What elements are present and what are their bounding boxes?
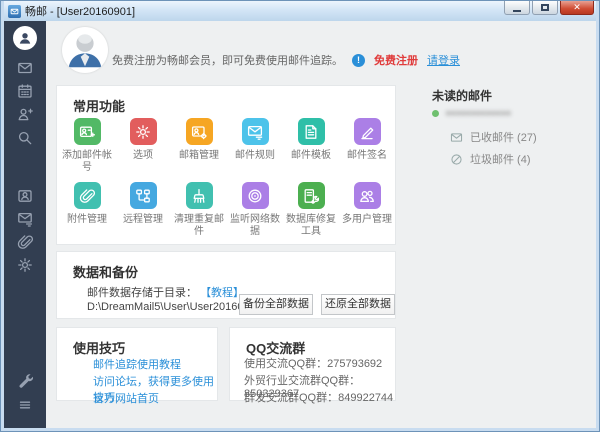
db-repair-icon — [298, 182, 325, 209]
mailbox-manage-icon — [186, 118, 213, 145]
unread-account-row[interactable]: ●●●●●●●●●●●●● — [432, 108, 511, 119]
tips-link-tutorial[interactable]: 邮件追踪使用教程 — [93, 356, 181, 372]
feature-monitor-network[interactable]: 监听网络数据 — [227, 182, 283, 238]
data-backup-card: 数据和备份 邮件数据存储于目录： 【教程】 D:\DreamMail5\User… — [56, 251, 396, 319]
feature-mail-signature[interactable]: 邮件签名 — [339, 118, 395, 162]
minimize-icon — [513, 10, 521, 12]
unread-junk-row[interactable]: 垃圾邮件 (4) — [450, 151, 531, 167]
feature-multi-user[interactable]: 多用户管理 — [339, 182, 395, 226]
maximize-icon — [541, 4, 549, 11]
window-controls: ✕ — [502, 1, 594, 15]
remote-manage-icon — [130, 182, 157, 209]
tips-link-website[interactable]: 官方网站首页 — [93, 390, 159, 406]
maximize-button[interactable] — [532, 1, 558, 15]
sidebar-user-avatar[interactable] — [13, 26, 37, 50]
feature-mail-template[interactable]: 邮件模板 — [283, 118, 339, 162]
feature-label: 邮件模板 — [283, 150, 339, 162]
tutorial-link[interactable]: 【教程】 — [200, 287, 244, 299]
feature-label: 邮件签名 — [339, 150, 395, 162]
feature-label: 远程管理 — [115, 214, 171, 226]
mail-icon[interactable] — [17, 60, 33, 76]
clean-duplicate-icon — [186, 182, 213, 209]
app-body: 免费注册为畅邮会员，即可免费使用邮件追踪。 ! 免费注册 请登录 常用功能 添加… — [4, 21, 596, 428]
backup-all-button[interactable]: 备份全部数据 — [239, 294, 313, 315]
mail-signature-icon — [354, 118, 381, 145]
feature-label: 选项 — [115, 150, 171, 162]
info-icon: ! — [352, 54, 365, 67]
account-masked: ●●●●●●●●●●●●● — [445, 108, 511, 119]
data-backup-title: 数据和备份 — [73, 262, 138, 281]
window-title: 畅邮 - [User20160901] — [25, 3, 135, 19]
register-banner: 免费注册为畅邮会员，即可免费使用邮件追踪。 ! 免费注册 请登录 — [112, 52, 460, 68]
feature-db-repair[interactable]: 数据库修复工具 — [283, 182, 339, 238]
common-functions-card: 常用功能 添加邮件帐号 选项 邮箱管理 邮件规则 邮件模板 邮件签名 附件管理 … — [56, 85, 396, 245]
minimize-button[interactable] — [504, 1, 530, 15]
user-avatar-icon — [17, 30, 33, 46]
feature-label: 附件管理 — [59, 214, 115, 226]
titlebar: 畅邮 - [User20160901] ✕ — [4, 1, 596, 21]
unread-inbox-label: 已收邮件 (27) — [470, 129, 537, 145]
storage-label: 邮件数据存储于目录： — [87, 287, 197, 299]
tips-title: 使用技巧 — [73, 338, 125, 357]
common-functions-title: 常用功能 — [73, 96, 125, 115]
qq-group-line: 使用交流QQ群：275793692 — [244, 355, 382, 371]
attachment-manage-icon — [74, 182, 101, 209]
options-gear-icon — [130, 118, 157, 145]
close-button[interactable]: ✕ — [560, 1, 594, 15]
feature-label: 邮件规则 — [227, 150, 283, 162]
wrench-icon[interactable] — [17, 372, 33, 388]
app-icon — [8, 5, 21, 18]
add-account-icon — [74, 118, 101, 145]
feature-options[interactable]: 选项 — [115, 118, 171, 162]
feature-mailbox-manage[interactable]: 邮箱管理 — [171, 118, 227, 162]
search-icon[interactable] — [17, 130, 33, 146]
menu-icon[interactable] — [17, 397, 33, 413]
feature-remote-manage[interactable]: 远程管理 — [115, 182, 171, 226]
unread-junk-label: 垃圾邮件 (4) — [470, 151, 531, 167]
feature-label: 数据库修复工具 — [283, 214, 339, 238]
feature-label: 多用户管理 — [339, 214, 395, 226]
avatar — [62, 27, 108, 73]
multi-user-icon — [354, 182, 381, 209]
online-status-icon — [432, 110, 439, 117]
mail-filter-icon[interactable] — [17, 211, 33, 227]
junk-block-icon — [450, 153, 463, 166]
feature-label: 监听网络数据 — [227, 214, 283, 238]
contacts-icon[interactable] — [17, 106, 33, 122]
register-link[interactable]: 免费注册 — [374, 52, 418, 68]
calendar-icon[interactable] — [17, 83, 33, 99]
app-window: 畅邮 - [User20160901] ✕ 免费注册为畅邮会员，即可免费使 — [0, 0, 600, 432]
unread-mail-title: 未读的邮件 — [432, 87, 492, 104]
feature-label: 清理重复邮件 — [171, 214, 227, 238]
qq-groups-card: QQ交流群 使用交流QQ群：275793692 外贸行业交流群QQ群：85032… — [229, 327, 396, 401]
feature-label: 邮箱管理 — [171, 150, 227, 162]
mail-rules-icon — [242, 118, 269, 145]
feature-add-account[interactable]: 添加邮件帐号 — [59, 118, 115, 174]
settings-icon[interactable] — [17, 257, 33, 273]
close-icon: ✕ — [573, 3, 581, 12]
qq-group-line: 群发交流群QQ群：849922744 — [244, 389, 393, 405]
mail-template-icon — [298, 118, 325, 145]
feature-mail-rules[interactable]: 邮件规则 — [227, 118, 283, 162]
sidebar — [4, 21, 46, 428]
storage-line: 邮件数据存储于目录： 【教程】 — [87, 284, 244, 300]
attachment-icon[interactable] — [17, 234, 33, 250]
feature-attachment-manage[interactable]: 附件管理 — [59, 182, 115, 226]
account-card-icon[interactable] — [17, 188, 33, 204]
tips-card: 使用技巧 邮件追踪使用教程 访问论坛，获得更多使用技巧 官方网站首页 — [56, 327, 218, 401]
unread-inbox-row[interactable]: 已收邮件 (27) — [450, 129, 537, 145]
restore-all-button[interactable]: 还原全部数据 — [321, 294, 395, 315]
feature-clean-duplicate[interactable]: 清理重复邮件 — [171, 182, 227, 238]
inbox-mail-icon — [450, 131, 463, 144]
register-message: 免费注册为畅邮会员，即可免费使用邮件追踪。 — [112, 52, 343, 68]
monitor-network-icon — [242, 182, 269, 209]
feature-label: 添加邮件帐号 — [59, 150, 115, 174]
login-link[interactable]: 请登录 — [427, 52, 460, 68]
